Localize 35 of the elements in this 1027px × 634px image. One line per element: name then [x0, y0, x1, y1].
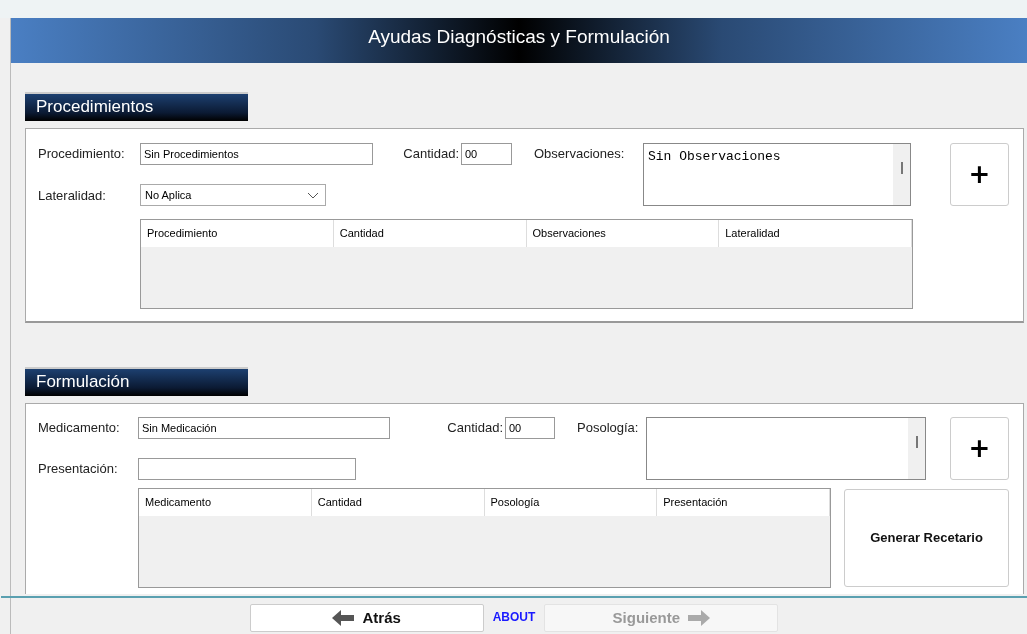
laterality-dropdown[interactable]: No Aplica — [140, 184, 326, 207]
arrow-right-icon — [688, 609, 711, 626]
add-button[interactable]: + — [950, 416, 1009, 480]
section-title: Procedimientos — [25, 91, 248, 121]
field-label: Presentación: — [38, 461, 119, 477]
field-label: Medicamento: — [38, 420, 121, 436]
field-label: Procedimiento: — [38, 146, 126, 162]
field-label: Lateralidad: — [38, 187, 107, 203]
add-button[interactable]: + — [950, 142, 1009, 206]
quantity-input[interactable]: 00 — [461, 142, 512, 165]
window-title: Ayudas Diagnósticas y Formulación — [368, 26, 670, 49]
column-header[interactable]: Procedimiento — [141, 219, 334, 247]
column-header[interactable]: Observaciones — [526, 219, 720, 247]
section-title: Formulación — [25, 366, 248, 396]
field-label: Posología: — [577, 418, 640, 435]
column-header[interactable]: Posología — [484, 488, 658, 516]
presentation-input[interactable] — [138, 457, 356, 480]
back-button[interactable]: Atrás — [249, 603, 484, 632]
column-header[interactable]: Presentación — [657, 488, 830, 516]
procedure-input[interactable]: Sin Procedimientos — [140, 142, 373, 165]
field-label: Cantidad: — [403, 146, 460, 162]
field-label: Observaciones: — [534, 144, 626, 161]
arrow-left-icon — [332, 609, 355, 626]
medication-input[interactable]: Sin Medicación — [138, 416, 390, 439]
about-link[interactable]: ABOUT — [492, 603, 536, 624]
observations-textarea[interactable]: Sin Observaciones — [643, 142, 911, 206]
field-label: Cantidad: — [447, 420, 504, 436]
quantity-input[interactable]: 00 — [505, 416, 555, 439]
column-header[interactable]: Medicamento — [139, 488, 312, 516]
column-header[interactable]: Cantidad — [311, 488, 485, 516]
generate-prescription-button[interactable]: Generar Recetario — [844, 488, 1009, 587]
column-header[interactable]: Cantidad — [333, 219, 527, 247]
column-header[interactable]: Lateralidad — [719, 219, 912, 247]
dosage-textarea[interactable] — [646, 416, 926, 480]
chevron-down-icon — [307, 191, 319, 199]
